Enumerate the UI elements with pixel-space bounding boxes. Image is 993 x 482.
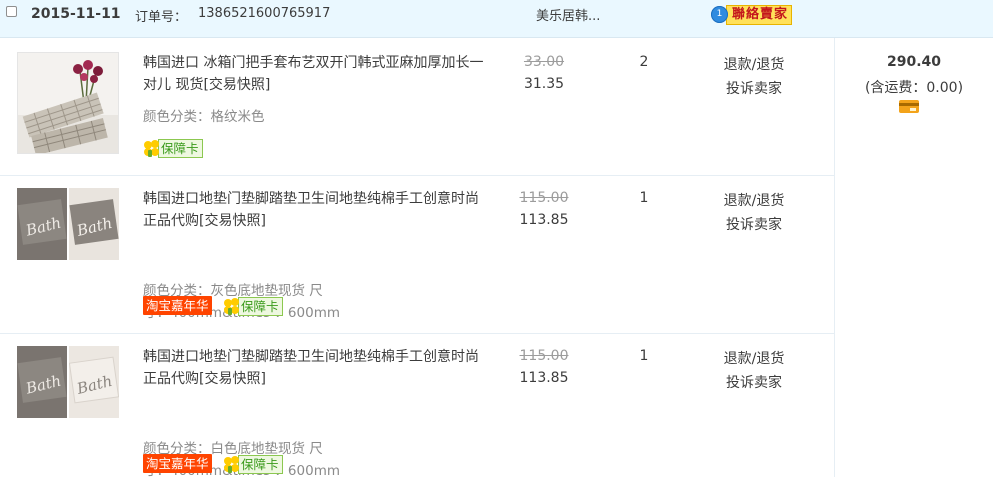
contact-seller-label: 聯絡賣家 [726,4,793,25]
product-thumbnail-handle-cover[interactable] [17,52,119,154]
product-thumbnail-bath-mat-white[interactable]: Bath Bath [17,346,119,418]
guarantee-badge-label: 保障卡 [238,454,283,474]
guarantee-badge[interactable]: 保障卡 [223,296,283,316]
guarantee-badge-label: 保障卡 [158,138,203,158]
guarantee-badge-label: 保障卡 [238,296,283,316]
original-price: 115.00 [519,190,569,206]
refund-return-link[interactable]: 退款/退货 [705,54,803,74]
complain-seller-link[interactable]: 投诉卖家 [705,372,803,392]
refund-return-link[interactable]: 退款/退货 [705,190,803,210]
order-header: 2015-11-11 订单号： 1386521600765917 美乐居韩...… [0,0,993,38]
actual-price: 113.85 [519,212,569,228]
order-number-label: 订单号： [135,10,188,25]
order-select-checkbox[interactable] [6,6,17,17]
order-item-row: 韩国进口 冰箱门把手套布艺双开门韩式亚麻加厚加长一对儿 现货[交易快照] 颜色分… [0,38,834,175]
order-number: 1386521600765917 [198,6,331,21]
guarantee-badge[interactable]: 保障卡 [143,138,203,158]
order-total-amount: 290.40 [886,54,942,70]
quantity: 2 [639,54,649,70]
product-thumbnail-bath-mat-gray[interactable]: Bath Bath [17,188,119,260]
product-title-link[interactable]: 韩国进口地垫门垫脚踏垫卫生间地垫纯棉手工创意时尚正品代购[交易快照] [143,346,485,390]
original-price: 115.00 [519,348,569,364]
order-date: 2015-11-11 [31,6,121,22]
guarantee-flower-icon [143,139,161,157]
order-item-row: Bath Bath 韩国进口地垫门垫脚踏垫卫生间地垫纯棉手工创意时尚正品代购[交… [0,334,834,479]
sku-line: 颜色分类：格纹米色 [143,109,265,125]
guarantee-flower-icon [223,455,241,473]
actual-price: 31.35 [523,76,565,92]
contact-seller-button[interactable]: 1 聯絡賣家 [711,4,793,25]
actual-price: 113.85 [519,370,569,386]
refund-return-link[interactable]: 退款/退货 [705,348,803,368]
product-image: Bath Bath [17,188,119,260]
product-title-link[interactable]: 韩国进口 冰箱门把手套布艺双开门韩式亚麻加厚加长一对儿 现货[交易快照] [143,52,485,96]
order-items: 韩国进口 冰箱门把手套布艺双开门韩式亚麻加厚加长一对儿 现货[交易快照] 颜色分… [0,38,834,479]
original-price: 33.00 [523,54,565,70]
contact-bubble-icon: 1 [711,6,728,23]
carnival-badge[interactable]: 淘宝嘉年华 [143,296,212,315]
guarantee-badge[interactable]: 保障卡 [223,454,283,474]
order-item-row: Bath Bath 韩国进口地垫门垫脚踏垫卫生间地垫纯棉手工创意时尚正品代购[交… [0,176,834,333]
product-image: Bath Bath [17,346,119,418]
payment-card-icon[interactable] [899,100,919,113]
complain-seller-link[interactable]: 投诉卖家 [705,78,803,98]
order-total-column: 290.40 (含运费：0.00) [834,38,993,477]
carnival-badge[interactable]: 淘宝嘉年华 [143,454,212,473]
guarantee-flower-icon [223,297,241,315]
quantity: 1 [639,190,649,206]
product-image [18,53,118,153]
shipping-fee: (含运费：0.00) [864,80,964,96]
shop-name-link[interactable]: 美乐居韩... [536,5,600,24]
complain-seller-link[interactable]: 投诉卖家 [705,214,803,234]
product-title-link[interactable]: 韩国进口地垫门垫脚踏垫卫生间地垫纯棉手工创意时尚正品代购[交易快照] [143,188,485,232]
quantity: 1 [639,348,649,364]
